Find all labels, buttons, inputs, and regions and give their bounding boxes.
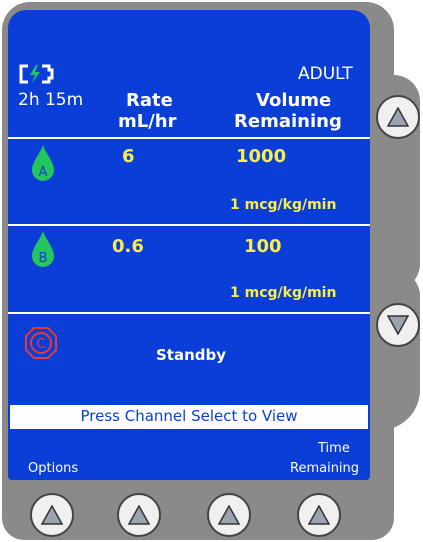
channel-a-dose: 1 mcg/kg/min: [230, 197, 337, 213]
message-text: Press Channel Select to View: [80, 407, 298, 425]
channel-b-dose: 1 mcg/kg/min: [230, 285, 337, 301]
scroll-up-button[interactable]: [376, 95, 420, 139]
up-arrow-icon: [387, 107, 409, 127]
channel-b-letter: B: [39, 251, 48, 266]
channel-b-rate: 0.6: [112, 236, 144, 257]
softkey-options-label: Options: [28, 461, 79, 476]
softkey-time-label-2: Remaining: [290, 461, 360, 476]
volume-header: Volume: [256, 90, 332, 111]
channel-a-letter: A: [39, 165, 48, 180]
softkey-1-button[interactable]: [30, 493, 74, 537]
channel-c-letter: C: [36, 337, 45, 352]
rate-header: Rate: [126, 90, 173, 111]
softkey-3-button[interactable]: [207, 493, 251, 537]
softkey-2-arrow-icon: [128, 505, 150, 525]
channel-a-rate: 6: [122, 146, 135, 167]
battery-charging-icon: [18, 64, 58, 84]
softkey-2-button[interactable]: [117, 493, 161, 537]
softkey-time-label-1: Time: [318, 441, 350, 456]
divider-b-c: [8, 312, 370, 314]
divider-header: [8, 137, 370, 139]
channel-b-drop-icon: B: [30, 230, 56, 268]
softkey-1-arrow-icon: [41, 505, 63, 525]
channel-b-volume: 100: [244, 236, 282, 257]
channel-c-stop-icon: C: [24, 326, 58, 360]
channel-a-drop-icon: A: [30, 144, 56, 182]
rate-unit-header: mL/hr: [118, 111, 177, 132]
scroll-down-button[interactable]: [376, 303, 420, 347]
channel-c-status: Standby: [156, 346, 227, 364]
down-arrow-icon: [387, 315, 409, 335]
patient-mode: ADULT: [298, 64, 353, 84]
battery-time: 2h 15m: [18, 90, 84, 110]
softkey-4-button[interactable]: [297, 493, 341, 537]
softkey-4-arrow-icon: [308, 505, 330, 525]
softkey-3-arrow-icon: [218, 505, 240, 525]
message-bar: Press Channel Select to View: [10, 405, 368, 429]
divider-a-b: [8, 224, 370, 226]
channel-a-volume: 1000: [236, 146, 287, 167]
volume-remaining-header: Remaining: [234, 111, 342, 132]
